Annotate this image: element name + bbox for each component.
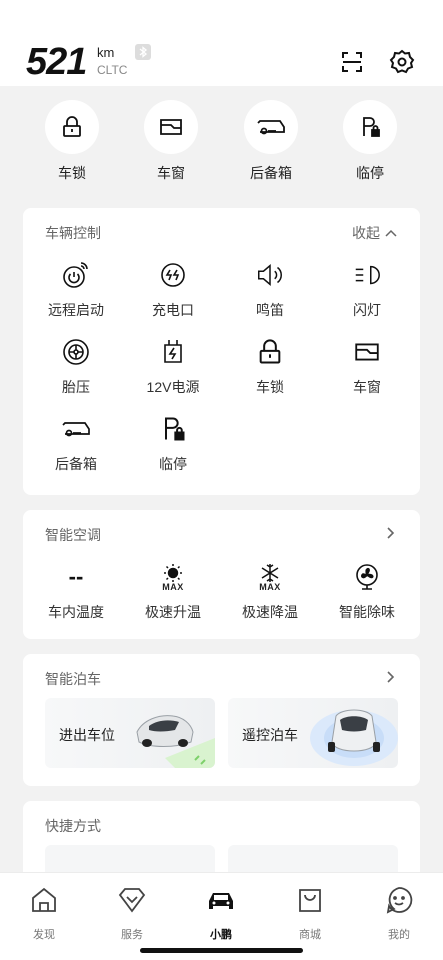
charge-port-button[interactable]: 充电口 <box>123 260 223 320</box>
card-title: 智能泊车 <box>45 671 101 687</box>
chevron-right-icon[interactable] <box>386 526 396 540</box>
climate-label: 智能除味 <box>339 604 395 620</box>
quick-action-label: 后备箱 <box>250 165 292 181</box>
tile-label: 遥控泊车 <box>242 727 298 743</box>
trunk-icon <box>61 414 91 444</box>
fast-cool-button[interactable]: MAX 极速降温 <box>220 562 320 622</box>
smart-parking-card: 智能泊车 进出车位 遥控泊车 <box>23 654 420 786</box>
quick-window-button[interactable]: 车窗 <box>131 100 211 183</box>
sun-icon: MAX <box>158 562 188 592</box>
temp-park-button[interactable]: 临停 <box>123 414 223 474</box>
climate-card: 智能空调 -- 车内温度 MAX 极速升温 MAX 极速降温 智能除味 <box>23 510 420 639</box>
card-title: 智能空调 <box>45 527 101 543</box>
nav-label: 发现 <box>33 929 55 941</box>
nav-label: 服务 <box>121 929 143 941</box>
tire-pressure-icon <box>61 337 91 367</box>
flash-lights-button[interactable]: 闪灯 <box>317 260 417 320</box>
shop-icon <box>299 889 321 912</box>
home-indicator <box>140 948 303 953</box>
bluetooth-icon <box>135 44 151 60</box>
flash-lights-icon <box>352 260 382 290</box>
range-standard: CLTC <box>97 63 128 77</box>
gear-icon[interactable] <box>389 49 415 75</box>
control-label: 12V电源 <box>146 379 200 395</box>
quick-actions: 车锁 车窗 后备箱 临停 <box>0 100 443 190</box>
car-icon <box>209 893 233 909</box>
horn-button[interactable]: 鸣笛 <box>220 260 320 320</box>
nav-service[interactable]: 服务 <box>97 885 167 942</box>
battery-12v-icon <box>158 337 188 367</box>
remote-start-button[interactable]: 远程启动 <box>26 260 126 320</box>
profile-icon <box>386 887 413 914</box>
control-label: 鸣笛 <box>256 302 284 318</box>
tile-label: 进出车位 <box>59 727 115 743</box>
lock-button[interactable]: 车锁 <box>220 337 320 397</box>
nav-mall[interactable]: 商城 <box>275 885 345 942</box>
max-badge: MAX <box>162 581 184 592</box>
range-value: 521 <box>26 41 87 83</box>
climate-label: 极速降温 <box>242 604 298 620</box>
quick-action-label: 车锁 <box>58 165 86 181</box>
climate-label: 极速升温 <box>145 604 201 620</box>
car-image <box>310 709 398 766</box>
deodorize-button[interactable]: 智能除味 <box>317 562 417 622</box>
quick-trunk-button[interactable]: 后备箱 <box>231 100 311 183</box>
collapse-label: 收起 <box>352 225 380 241</box>
park-in-out-tile[interactable]: 进出车位 <box>45 698 215 768</box>
control-label: 临停 <box>159 456 187 472</box>
fast-heat-button[interactable]: MAX 极速升温 <box>123 562 223 622</box>
control-label: 充电口 <box>152 302 194 318</box>
window-icon <box>352 337 382 367</box>
cabin-temperature: -- 车内温度 <box>26 562 126 622</box>
trunk-icon <box>244 100 298 154</box>
home-icon <box>32 887 56 912</box>
nav-xpeng[interactable]: 小鹏 <box>186 885 256 942</box>
service-icon <box>118 888 146 913</box>
car-image <box>136 715 215 768</box>
quick-action-label: 临停 <box>356 165 384 181</box>
lock-icon <box>255 337 285 367</box>
battery-12v-button[interactable]: 12V电源 <box>123 337 223 397</box>
temp-park-icon <box>158 414 188 444</box>
scan-icon[interactable] <box>340 50 364 74</box>
control-label: 远程启动 <box>48 302 104 318</box>
control-label: 车窗 <box>353 379 381 395</box>
temperature-value: -- <box>68 564 84 589</box>
bottom-nav: 发现 服务 小鹏 商城 我的 <box>0 872 443 960</box>
remote-start-icon <box>61 260 91 290</box>
control-label: 闪灯 <box>353 302 381 318</box>
control-label: 后备箱 <box>55 456 97 472</box>
tire-pressure-button[interactable]: 胎压 <box>26 337 126 397</box>
lock-icon <box>45 100 99 154</box>
quick-action-label: 车窗 <box>157 165 185 181</box>
card-title: 快捷方式 <box>45 818 101 834</box>
nav-label: 我的 <box>388 929 410 941</box>
quick-lock-button[interactable]: 车锁 <box>32 100 112 183</box>
chevron-right-icon[interactable] <box>386 670 396 684</box>
range-unit: km <box>97 45 115 60</box>
header: 521 km CLTC <box>0 0 443 86</box>
window-button[interactable]: 车窗 <box>317 337 417 397</box>
nav-label: 商城 <box>299 929 321 941</box>
control-label: 胎压 <box>62 379 90 395</box>
collapse-button[interactable]: 收起 <box>352 223 398 243</box>
quick-temp-park-button[interactable]: 临停 <box>330 100 410 183</box>
card-title: 车辆控制 <box>45 225 101 241</box>
temp-park-icon <box>343 100 397 154</box>
snowflake-icon: MAX <box>255 562 285 592</box>
charge-port-icon <box>158 260 188 290</box>
vehicle-control-card: 车辆控制 收起 远程启动 充电口 鸣笛 闪灯 胎压 12V电源 车锁 车窗 后备… <box>23 208 420 495</box>
horn-icon <box>255 260 285 290</box>
nav-discover[interactable]: 发现 <box>9 885 79 942</box>
fan-icon <box>352 562 382 592</box>
chevron-up-icon <box>385 229 397 237</box>
nav-profile[interactable]: 我的 <box>364 885 434 942</box>
max-badge: MAX <box>259 581 281 592</box>
nav-label: 小鹏 <box>210 929 232 941</box>
trunk-button[interactable]: 后备箱 <box>26 414 126 474</box>
control-label: 车锁 <box>256 379 284 395</box>
climate-label: 车内温度 <box>48 604 104 620</box>
remote-parking-tile[interactable]: 遥控泊车 <box>228 698 398 768</box>
window-icon <box>144 100 198 154</box>
